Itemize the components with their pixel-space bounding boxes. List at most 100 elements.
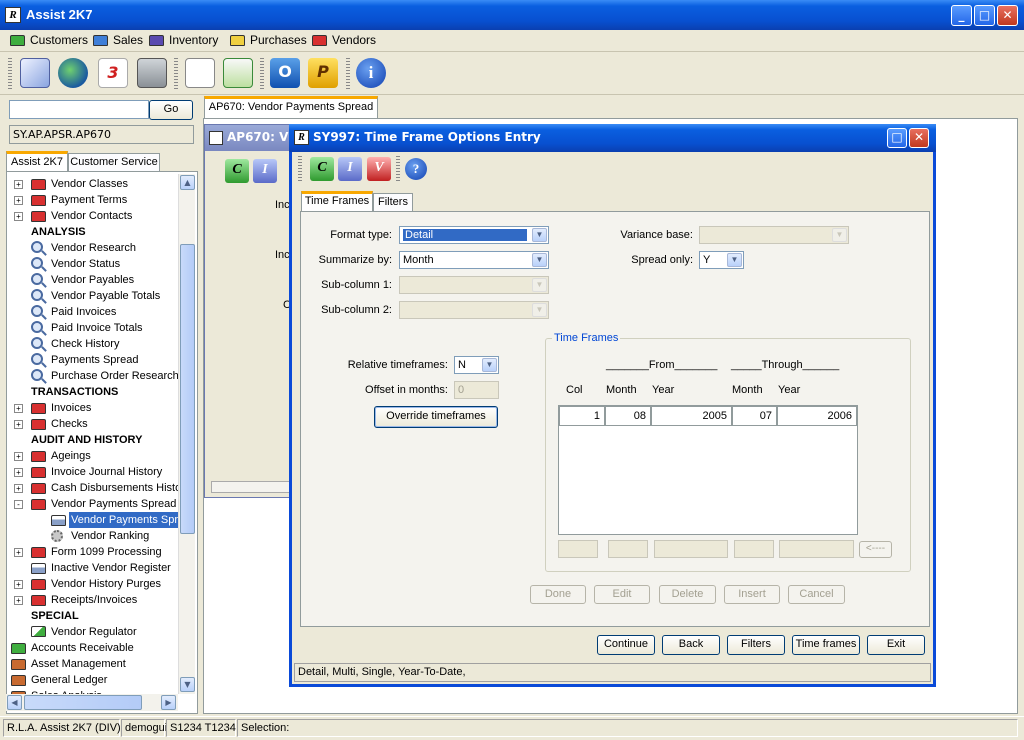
edit-button[interactable]: Edit bbox=[594, 585, 650, 604]
download-icon[interactable] bbox=[223, 58, 253, 88]
scroll-left-button[interactable]: ◀ bbox=[7, 695, 22, 710]
tree-item[interactable]: + Checks bbox=[7, 416, 180, 432]
minimize-button[interactable]: _ bbox=[951, 5, 972, 26]
calculator-icon[interactable] bbox=[137, 58, 167, 88]
tree-item[interactable]: Inactive Vendor Register bbox=[7, 560, 180, 576]
expand-icon[interactable]: + bbox=[14, 468, 23, 477]
tree-item[interactable]: General Ledger bbox=[7, 672, 180, 688]
go-button[interactable]: Go bbox=[149, 100, 193, 120]
tree-item[interactable]: Vendor Payments Spread bbox=[7, 512, 180, 528]
entry-from-year-input[interactable] bbox=[654, 540, 728, 558]
c-icon[interactable]: C bbox=[225, 159, 249, 183]
menu-purchases[interactable]: Purchases bbox=[230, 33, 307, 49]
entry-col-input[interactable] bbox=[558, 540, 598, 558]
tree-horizontal-scrollbar[interactable]: ◀ ▶ bbox=[6, 694, 178, 711]
scroll-thumb[interactable] bbox=[180, 244, 195, 534]
calendar-icon[interactable]: 3 bbox=[98, 58, 128, 88]
tab-time-frames[interactable]: Time Frames bbox=[301, 191, 373, 212]
tree-item[interactable]: Vendor Ranking bbox=[7, 528, 180, 544]
spread-only-select[interactable]: Y ▼ bbox=[699, 251, 744, 269]
expand-icon[interactable]: + bbox=[14, 580, 23, 589]
back-button[interactable]: Back bbox=[662, 635, 720, 655]
v-icon[interactable]: V bbox=[367, 157, 391, 181]
mail-icon[interactable] bbox=[20, 58, 50, 88]
close-button[interactable]: ✕ bbox=[997, 5, 1018, 26]
summarize-by-select[interactable]: Month ▼ bbox=[399, 251, 549, 269]
sub-column-1-select[interactable]: ▼ bbox=[399, 276, 549, 294]
expand-icon[interactable]: + bbox=[14, 596, 23, 605]
entry-through-month-input[interactable] bbox=[734, 540, 774, 558]
tree-item[interactable]: Vendor Research bbox=[7, 240, 180, 256]
scroll-up-button[interactable]: ▲ bbox=[180, 175, 195, 190]
tree-item[interactable]: + Invoice Journal History bbox=[7, 464, 180, 480]
globe-icon[interactable] bbox=[58, 58, 88, 88]
exit-button[interactable]: Exit bbox=[867, 635, 925, 655]
expand-icon[interactable]: + bbox=[14, 420, 23, 429]
arrow-button[interactable]: <---- bbox=[859, 541, 892, 558]
tree-item[interactable]: + Ageings bbox=[7, 448, 180, 464]
insert-button[interactable]: Insert bbox=[724, 585, 780, 604]
maximize-button[interactable]: □ bbox=[974, 5, 995, 26]
menu-sales[interactable]: Sales bbox=[93, 33, 143, 49]
i-icon[interactable]: I bbox=[338, 157, 362, 181]
tree-item[interactable]: + Vendor History Purges bbox=[7, 576, 180, 592]
i-icon[interactable]: I bbox=[253, 159, 277, 183]
tree-item[interactable]: Check History bbox=[7, 336, 180, 352]
expand-icon[interactable]: + bbox=[14, 548, 23, 557]
menu-vendors[interactable]: Vendors bbox=[312, 33, 376, 49]
scroll-right-button[interactable]: ▶ bbox=[161, 695, 176, 710]
tree-item[interactable]: + Invoices bbox=[7, 400, 180, 416]
hscroll-thumb[interactable] bbox=[24, 695, 142, 710]
tree-item[interactable]: Accounts Receivable bbox=[7, 640, 180, 656]
help-icon[interactable]: ? bbox=[405, 158, 427, 180]
format-type-select[interactable]: Detail ▼ bbox=[399, 226, 549, 244]
row-from-month-cell[interactable]: 08 bbox=[605, 406, 651, 426]
tree-vertical-scrollbar[interactable]: ▲ ▼ bbox=[178, 174, 195, 694]
outlook-icon[interactable]: O bbox=[270, 58, 300, 88]
menu-customers[interactable]: Customers bbox=[10, 33, 88, 49]
expand-icon[interactable]: + bbox=[14, 212, 23, 221]
tree-item[interactable]: + Vendor Contacts bbox=[7, 208, 180, 224]
tab-assist-2k7[interactable]: Assist 2K7 bbox=[6, 151, 68, 171]
info-icon[interactable]: i bbox=[356, 58, 386, 88]
tree-item[interactable]: Purchase Order Research bbox=[7, 368, 180, 384]
collapse-icon[interactable]: - bbox=[14, 500, 23, 509]
row-through-month-cell[interactable]: 07 bbox=[732, 406, 777, 426]
tree-item[interactable]: Paid Invoice Totals bbox=[7, 320, 180, 336]
expand-icon[interactable]: + bbox=[14, 180, 23, 189]
menu-inventory[interactable]: Inventory bbox=[149, 33, 218, 49]
delete-button[interactable]: Delete bbox=[659, 585, 716, 604]
search-input[interactable] bbox=[9, 100, 149, 119]
tree-item[interactable]: Vendor Status bbox=[7, 256, 180, 272]
tree-item[interactable]: - Vendor Payments Spread Reports bbox=[7, 496, 180, 512]
document-icon[interactable] bbox=[185, 58, 215, 88]
variance-base-select[interactable]: ▼ bbox=[699, 226, 849, 244]
tree-item[interactable]: + Payment Terms bbox=[7, 192, 180, 208]
cancel-button[interactable]: Cancel bbox=[788, 585, 845, 604]
tree-item[interactable]: Vendor Payable Totals bbox=[7, 288, 180, 304]
entry-through-year-input[interactable] bbox=[779, 540, 854, 558]
time-frames-button[interactable]: Time frames bbox=[792, 635, 860, 655]
tree-item[interactable]: Asset Management bbox=[7, 656, 180, 672]
tree-item[interactable]: Payments Spread bbox=[7, 352, 180, 368]
row-from-year-cell[interactable]: 2005 bbox=[651, 406, 732, 426]
tree-item[interactable]: Vendor Regulator bbox=[7, 624, 180, 640]
tree-item[interactable]: + Form 1099 Processing bbox=[7, 544, 180, 560]
sub-column-2-select[interactable]: ▼ bbox=[399, 301, 549, 319]
row-col-cell[interactable]: 1 bbox=[559, 406, 605, 426]
expand-icon[interactable]: + bbox=[14, 484, 23, 493]
override-timeframes-button[interactable]: Override timeframes bbox=[374, 406, 498, 428]
tree-item[interactable]: + Vendor Classes bbox=[7, 176, 180, 192]
continue-button[interactable]: Continue bbox=[597, 635, 655, 655]
tab-filters[interactable]: Filters bbox=[373, 193, 413, 212]
c-icon[interactable]: C bbox=[310, 157, 334, 181]
dialog-close-button[interactable]: ✕ bbox=[909, 128, 929, 148]
filters-button[interactable]: Filters bbox=[727, 635, 785, 655]
tab-ap670[interactable]: AP670: Vendor Payments Spread bbox=[204, 96, 378, 118]
scroll-down-button[interactable]: ▼ bbox=[180, 677, 195, 692]
relative-timeframes-select[interactable]: N ▼ bbox=[454, 356, 499, 374]
offset-months-input[interactable]: 0 bbox=[454, 381, 499, 399]
row-through-year-cell[interactable]: 2006 bbox=[777, 406, 857, 426]
tree-item[interactable]: Vendor Payables bbox=[7, 272, 180, 288]
tree-item[interactable]: + Receipts/Invoices bbox=[7, 592, 180, 608]
